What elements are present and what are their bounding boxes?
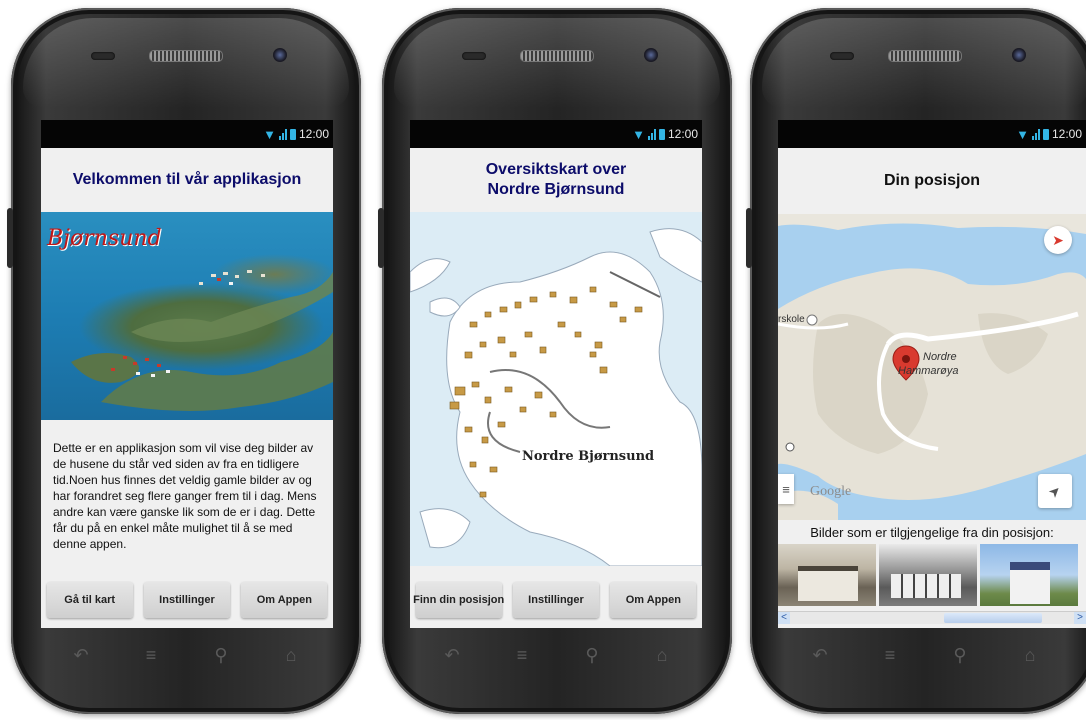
back-icon[interactable]: ↶: [67, 645, 95, 666]
settings-button[interactable]: Instillinger: [512, 582, 599, 618]
scroll-thumb[interactable]: [944, 613, 1042, 623]
hamburger-icon: ≡: [782, 481, 790, 497]
proximity-sensor: [462, 52, 486, 60]
search-icon[interactable]: ⚲: [946, 645, 974, 666]
scroll-left-icon[interactable]: <: [778, 612, 790, 624]
app-description: Dette er en applikasjon som vil vise deg…: [53, 441, 317, 551]
wifi-icon: ▼: [263, 126, 276, 142]
island-photo: Bjørnsund: [41, 212, 333, 420]
status-bar: ▼ 12:00: [778, 120, 1086, 148]
menu-icon[interactable]: ≡: [876, 645, 904, 666]
back-icon[interactable]: ↶: [438, 645, 466, 666]
page-title: Din posisjon: [884, 172, 980, 189]
status-time: 12:00: [667, 127, 698, 141]
menu-icon[interactable]: ≡: [137, 645, 165, 666]
photos-caption: Bilder som er tilgjengelige fra din posi…: [810, 525, 1054, 540]
signal-icon: [647, 128, 656, 140]
signal-icon: [1031, 128, 1040, 140]
overview-map-illustration: [410, 228, 702, 566]
bjornsund-logo: Bjørnsund: [47, 226, 162, 251]
front-camera: [644, 48, 658, 62]
screen-overview-map: ▼ 12:00 Oversiktskart over Nordre Bjørns…: [410, 120, 702, 628]
battery-icon: [289, 128, 296, 140]
menu-icon[interactable]: ≡: [508, 645, 536, 666]
front-camera: [273, 48, 287, 62]
phone-frame-2: ▼ 12:00 Oversiktskart over Nordre Bjørns…: [378, 8, 732, 714]
map-menu-button[interactable]: ≡: [778, 474, 794, 504]
location-arrow-icon: ➤: [1044, 480, 1065, 501]
screen-your-position: ▼ 12:00 Din posisjon rskole Nordre Hamma…: [778, 120, 1086, 628]
proximity-sensor: [830, 52, 854, 60]
status-time: 12:00: [298, 127, 329, 141]
title-line-2: Nordre Bjørnsund: [487, 181, 625, 198]
about-app-button[interactable]: Om Appen: [241, 582, 328, 618]
search-icon[interactable]: ⚲: [207, 645, 235, 666]
status-bar: ▼ 12:00: [41, 120, 333, 148]
status-bar: ▼ 12:00: [410, 120, 702, 148]
earpiece-speaker: [149, 50, 223, 62]
wifi-icon: ▼: [1016, 126, 1029, 142]
photo-strip: [778, 544, 1086, 606]
house-photo[interactable]: [980, 544, 1078, 606]
status-time: 12:00: [1051, 127, 1082, 141]
front-camera: [1012, 48, 1026, 62]
signal-icon: [278, 128, 287, 140]
school-label: rskole: [778, 314, 805, 325]
overview-map[interactable]: Nordre Bjørnsund: [410, 212, 702, 566]
page-title: Oversiktskart over Nordre Bjørnsund: [410, 148, 702, 212]
proximity-sensor: [91, 52, 115, 60]
map-place-label: Nordre Bjørnsund: [522, 449, 655, 464]
hardware-nav-keys: ↶ ≡ ⚲ ⌂: [806, 645, 1044, 666]
phone-frame-1: ▼ 12:00 Velkommen til vår applikasjon Bj…: [7, 8, 361, 714]
search-icon[interactable]: ⚲: [578, 645, 606, 666]
back-icon[interactable]: ↶: [806, 645, 834, 666]
earpiece-speaker: [888, 50, 962, 62]
side-button: [7, 208, 13, 268]
historic-photo[interactable]: [879, 544, 977, 606]
google-attribution: Google: [810, 484, 852, 499]
page-title: Velkommen til vår applikasjon: [72, 171, 302, 188]
title-line-1: Oversiktskart over: [485, 161, 627, 178]
battery-icon: [658, 128, 665, 140]
map-place-label-line-2: Hammarøya: [898, 365, 959, 377]
my-location-button[interactable]: ➤: [1038, 474, 1072, 508]
phone-frame-3: ▼ 12:00 Din posisjon rskole Nordre Hamma…: [746, 8, 1086, 714]
home-icon[interactable]: ⌂: [648, 645, 676, 666]
hardware-nav-keys: ↶ ≡ ⚲ ⌂: [67, 645, 305, 666]
google-map[interactable]: rskole Nordre Hammarøya ➤ ≡ Google ➤: [778, 214, 1086, 520]
photo-strip-scrollbar[interactable]: < >: [778, 611, 1086, 624]
settings-button[interactable]: Instillinger: [143, 582, 230, 618]
home-icon[interactable]: ⌂: [1016, 645, 1044, 666]
side-button: [378, 208, 384, 268]
button-row: Finn din posisjon Instillinger Om Appen: [410, 582, 702, 618]
home-icon[interactable]: ⌂: [277, 645, 305, 666]
side-button: [746, 208, 752, 268]
compass-button[interactable]: ➤: [1044, 226, 1072, 254]
earpiece-speaker: [520, 50, 594, 62]
wifi-icon: ▼: [632, 126, 645, 142]
map-place-label-line-1: Nordre: [923, 351, 957, 363]
scroll-right-icon[interactable]: >: [1074, 612, 1086, 624]
hardware-nav-keys: ↶ ≡ ⚲ ⌂: [438, 645, 676, 666]
find-position-button[interactable]: Finn din posisjon: [413, 582, 504, 618]
battery-icon: [1042, 128, 1049, 140]
compass-icon: ➤: [1052, 231, 1064, 248]
historic-photo[interactable]: [778, 544, 876, 606]
button-row: Gå til kart Instillinger Om Appen: [41, 582, 333, 618]
about-app-button[interactable]: Om Appen: [610, 582, 697, 618]
go-to-map-button[interactable]: Gå til kart: [46, 582, 133, 618]
screen-welcome: ▼ 12:00 Velkommen til vår applikasjon Bj…: [41, 120, 333, 628]
